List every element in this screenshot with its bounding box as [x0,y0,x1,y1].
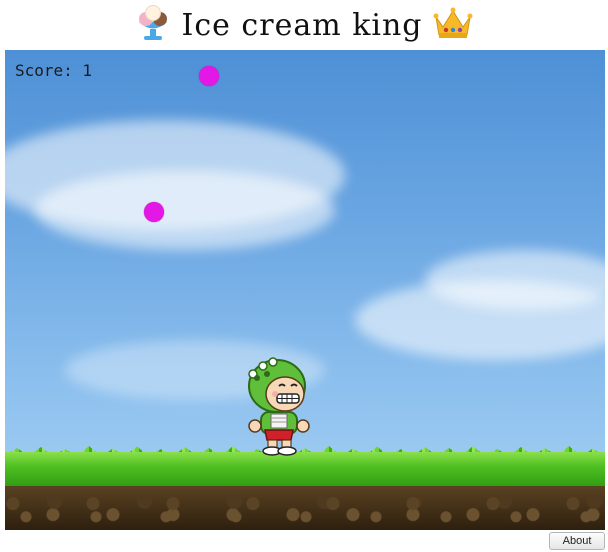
score-display: Score: 1 [15,61,93,80]
grass-ground [5,452,605,488]
cloud [35,170,335,250]
crown-icon [433,5,473,45]
dirt-ground [5,486,605,530]
title-bar: Ice cream king [0,0,608,50]
game-title: Ice cream king [181,7,423,43]
player-character [241,356,311,456]
game-canvas[interactable]: Score: 1 [5,50,605,530]
footer: About [0,530,608,552]
falling-ball [199,66,219,86]
falling-ball [144,202,164,222]
ice-cream-icon [135,3,171,47]
about-button[interactable]: About [549,532,605,550]
